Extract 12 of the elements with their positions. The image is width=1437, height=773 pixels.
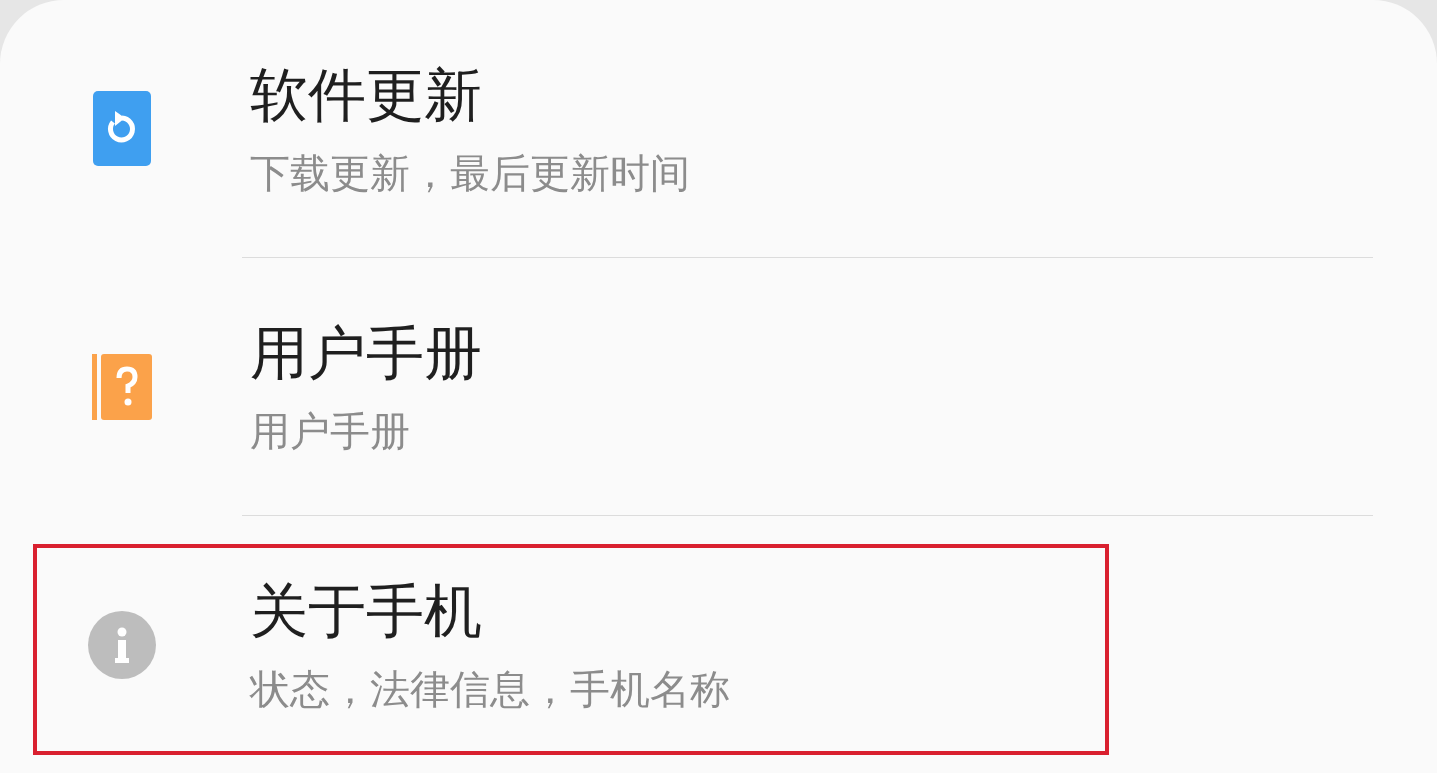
info-icon	[88, 610, 156, 679]
refresh-icon	[93, 91, 151, 166]
item-subtitle: 状态，法律信息，手机名称	[250, 665, 730, 712]
settings-item[interactable]: 软件更新 下载更新，最后更新时间	[0, 0, 1437, 257]
item-title: 软件更新	[250, 61, 483, 128]
settings-item[interactable]: 用户手册 用户手册	[0, 258, 1437, 515]
item-title: 用户手册	[250, 319, 482, 386]
item-subtitle: 用户手册	[250, 407, 411, 454]
settings-item[interactable]: 关于手机 状态，法律信息，手机名称	[0, 516, 1437, 773]
item-subtitle: 下载更新，最后更新时间	[250, 149, 690, 196]
help-book-icon	[92, 353, 152, 420]
item-title: 关于手机	[250, 577, 483, 644]
